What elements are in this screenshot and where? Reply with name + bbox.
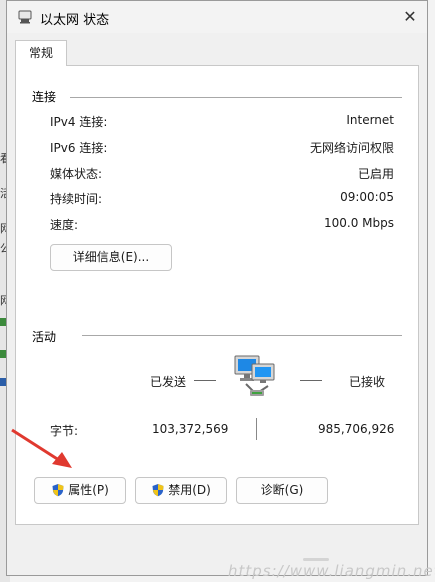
bytes-sent-value: 103,372,569	[152, 422, 229, 436]
ethernet-status-dialog: 以太网 状态 ✕ 常规 连接 IPv4 连接: Internet IPv6 连接…	[6, 0, 428, 576]
uac-shield-icon	[52, 484, 64, 497]
watermark: https://www.liangmin.net	[228, 562, 435, 580]
received-label: 已接收	[349, 375, 386, 389]
window-title: 以太网 状态	[40, 13, 110, 28]
disable-label: 禁用(D)	[168, 483, 211, 497]
media-state-label: 媒体状态:	[50, 167, 103, 181]
speed-value: 100.0 Mbps	[323, 216, 394, 230]
activity-section-title: 活动	[32, 330, 57, 344]
tab-general[interactable]: 常规	[15, 40, 67, 66]
close-icon: ✕	[403, 7, 417, 26]
bytes-label: 字节:	[50, 424, 79, 438]
duration-label: 持续时间:	[50, 192, 103, 206]
speed-label: 速度:	[50, 218, 79, 232]
received-dash	[300, 380, 322, 381]
properties-label: 属性(P)	[68, 483, 109, 497]
disable-button[interactable]: 禁用(D)	[135, 477, 227, 504]
ipv4-value: Internet	[346, 113, 394, 127]
network-adapter-icon	[18, 10, 32, 24]
ipv6-label: IPv6 连接:	[50, 141, 108, 155]
bytes-received-value: 985,706,926	[318, 422, 395, 436]
media-state-value: 已启用	[357, 167, 394, 181]
close-button[interactable]: ✕	[393, 1, 427, 33]
details-button[interactable]: 详细信息(E)...	[50, 244, 172, 271]
ipv6-value: 无网络访问权限	[309, 141, 394, 155]
section-divider	[82, 335, 402, 336]
properties-button[interactable]: 属性(P)	[34, 477, 126, 504]
resize-grip	[303, 558, 329, 561]
uac-shield-icon	[152, 484, 164, 497]
sent-dash	[194, 380, 216, 381]
ipv4-label: IPv4 连接:	[50, 115, 108, 129]
general-tab-panel: 连接 IPv4 连接: Internet IPv6 连接: 无网络访问权限 媒体…	[15, 65, 419, 525]
connection-section-title: 连接	[32, 90, 57, 104]
network-activity-icon	[234, 355, 275, 396]
title-bar: 以太网 状态 ✕	[7, 1, 427, 33]
bytes-separator	[256, 418, 257, 440]
section-divider	[70, 97, 402, 98]
sent-label: 已发送	[150, 375, 187, 389]
duration-value: 09:00:05	[340, 190, 394, 204]
diagnose-button[interactable]: 诊断(G)	[236, 477, 328, 504]
